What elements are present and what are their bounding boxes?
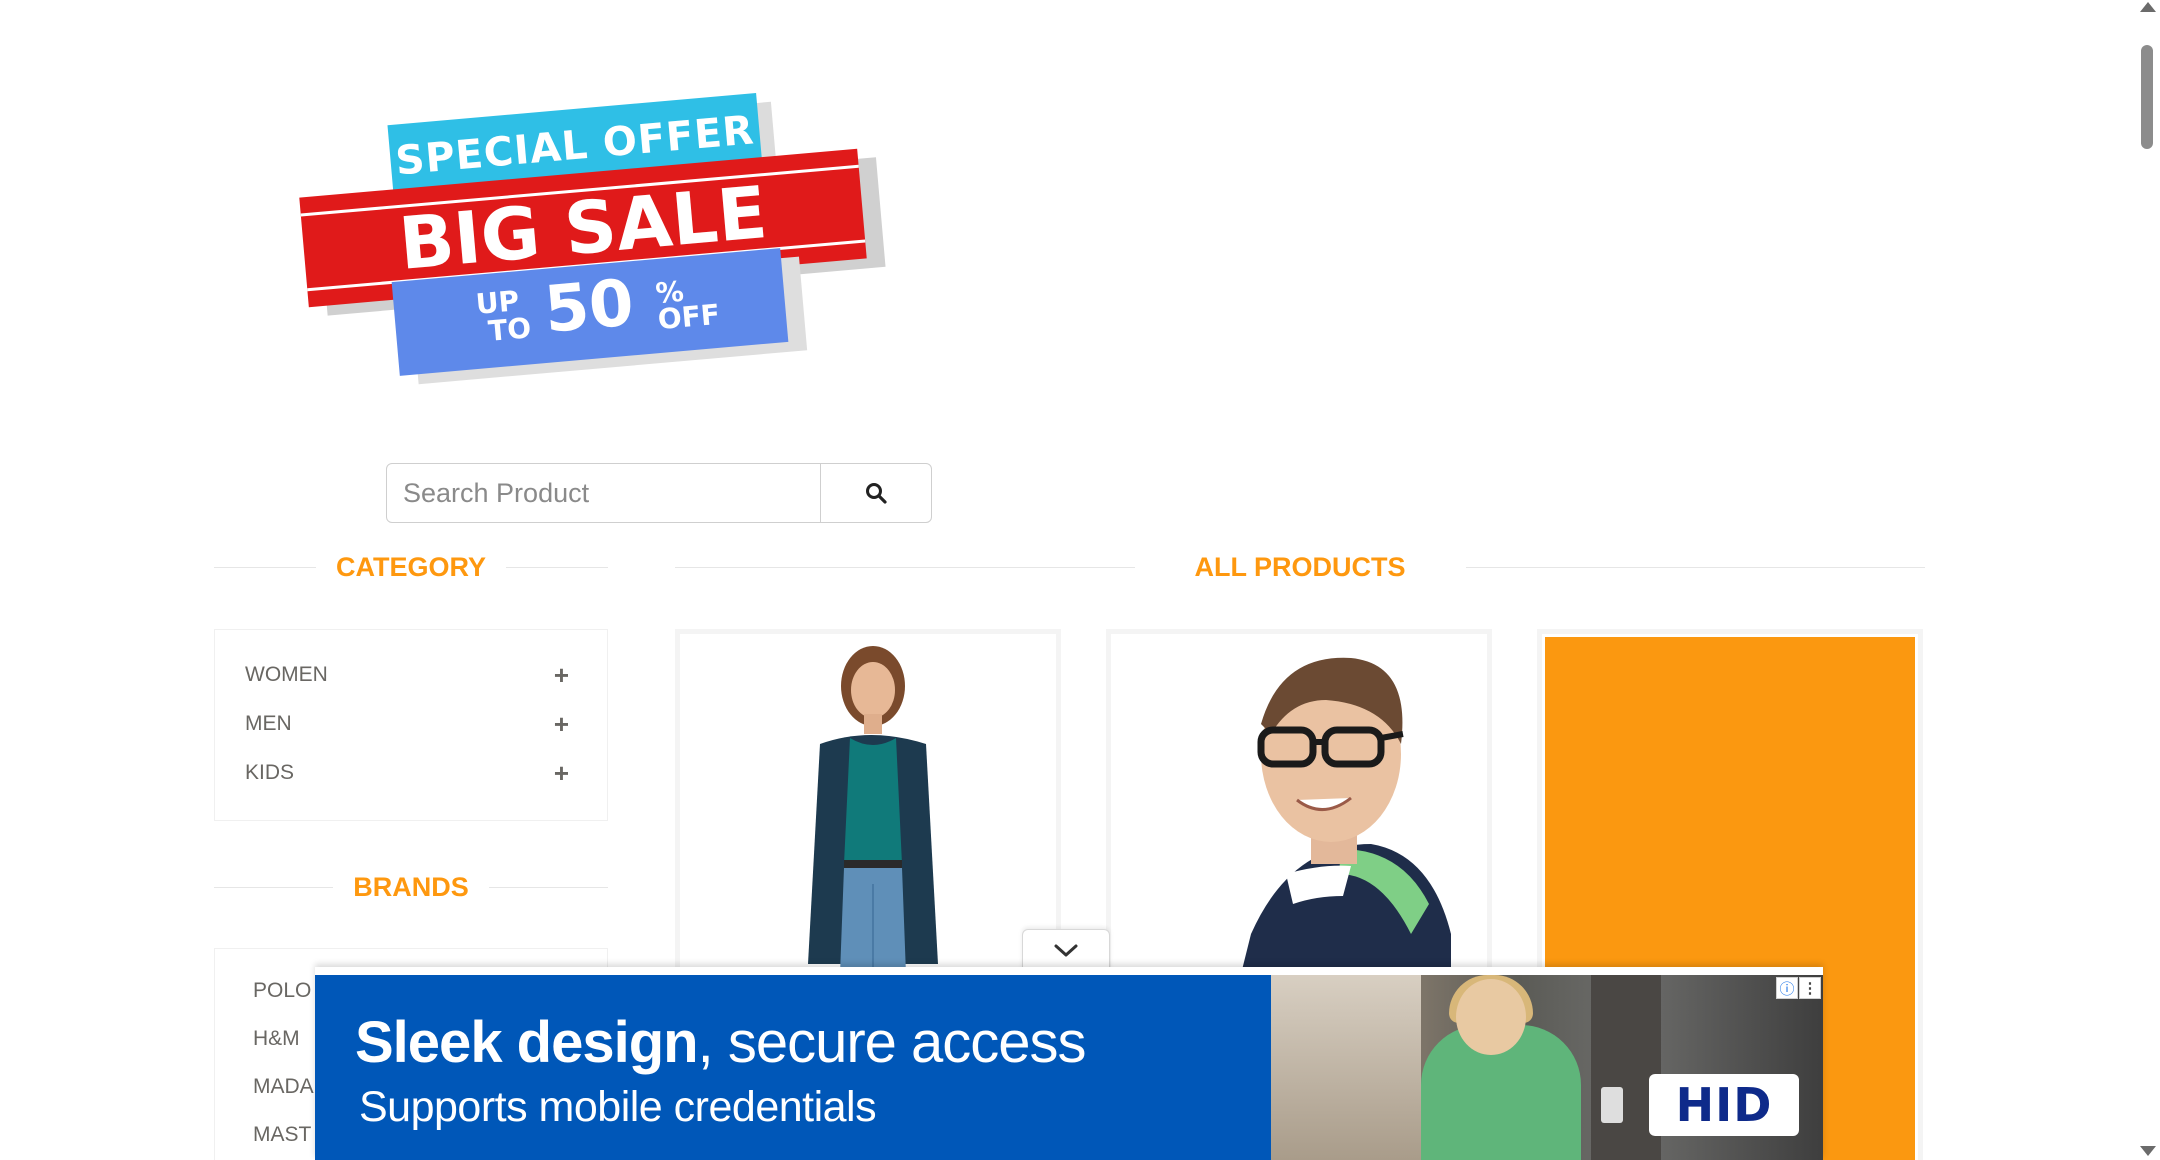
search-input[interactable] (386, 463, 822, 523)
product-image-woman[interactable] (680, 634, 1056, 974)
ad-photo-head (1456, 979, 1526, 1055)
page: SPECIAL OFFER BIG SALE UP TO 50 % OFF CA… (0, 0, 2160, 1160)
banner-off-label: OFF (656, 297, 722, 337)
ad-text-panel[interactable]: Sleek design, secure access Supports mob… (315, 975, 1271, 1160)
ad-headline: Sleek design, secure access (355, 1009, 1087, 1076)
scroll-down-arrow-icon[interactable] (2140, 1146, 2156, 1156)
scroll-thumb[interactable] (2141, 45, 2153, 149)
ad-collapse-button[interactable] (1022, 929, 1110, 971)
category-item-women[interactable]: WOMEN + (215, 650, 607, 699)
scroll-up-arrow-icon[interactable] (2140, 2, 2156, 12)
ad-brand-logo[interactable]: HID (1649, 1074, 1799, 1136)
banner-off: % OFF (654, 275, 722, 337)
divider (1465, 566, 1926, 568)
category-list: WOMEN + MEN + KIDS + (214, 629, 608, 821)
ad-subline: Supports mobile credentials (359, 1083, 877, 1131)
search-bar (386, 463, 932, 523)
banner-upto: UP TO (474, 284, 532, 348)
ad-banner[interactable]: Sleek design, secure access Supports mob… (315, 967, 1823, 1160)
category-heading: CATEGORY (214, 547, 609, 587)
banner-percent: 50 (541, 266, 637, 348)
category-title: CATEGORY (336, 551, 487, 582)
info-icon[interactable]: ⓘ (1776, 977, 1798, 999)
sale-banner[interactable]: SPECIAL OFFER BIG SALE UP TO 50 % OFF (295, 93, 885, 376)
search-icon (866, 483, 887, 504)
ad-headline-rest: , secure access (697, 1010, 1087, 1075)
chevron-down-icon (1054, 944, 1078, 956)
category-label: MEN (245, 711, 292, 735)
divider (675, 566, 1135, 568)
category-label: KIDS (245, 760, 295, 784)
search-button[interactable] (820, 463, 932, 523)
ad-photo-reader (1601, 1087, 1623, 1123)
divider (214, 566, 316, 568)
brands-heading: BRANDS (214, 867, 609, 907)
product-image-man[interactable] (1111, 634, 1487, 974)
category-item-men[interactable]: MEN + (215, 699, 607, 748)
brands-title: BRANDS (353, 871, 469, 902)
divider (506, 566, 609, 568)
all-products-title: ALL PRODUCTS (1194, 551, 1406, 582)
plus-icon[interactable]: + (554, 711, 569, 737)
plus-icon[interactable]: + (554, 662, 569, 688)
category-label: WOMEN (245, 662, 328, 686)
ad-headline-bold: Sleek design (355, 1010, 699, 1075)
ad-photo-wall (1271, 975, 1421, 1160)
more-vertical-icon[interactable]: ⋮ (1799, 977, 1821, 999)
page-scrollbar[interactable] (2136, 0, 2160, 1160)
all-products-heading: ALL PRODUCTS (675, 547, 1926, 587)
category-item-kids[interactable]: KIDS + (215, 748, 607, 797)
divider (488, 886, 609, 888)
divider (214, 886, 334, 888)
plus-icon[interactable]: + (554, 760, 569, 786)
